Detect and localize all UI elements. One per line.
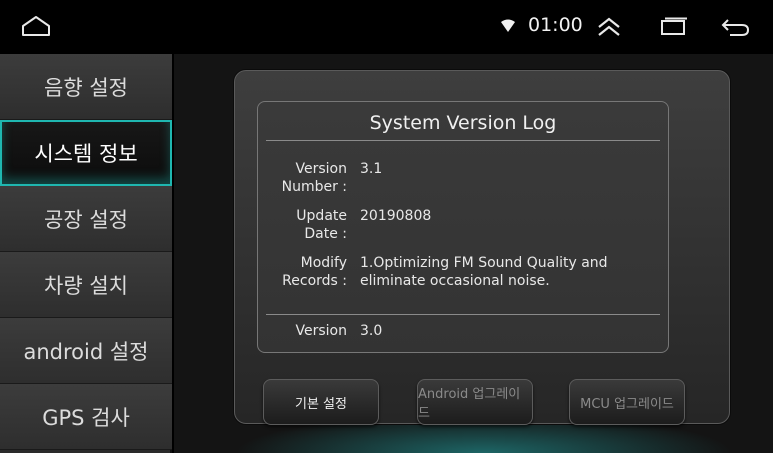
sidebar-item-label: 시스템 정보 [34, 142, 138, 166]
entry-value: 3.1 [360, 161, 383, 177]
entry-value: 3.0 [360, 323, 383, 339]
entry-divider [266, 314, 660, 315]
sidebar-item-label: 차량 설치 [44, 273, 128, 298]
title-divider [266, 140, 660, 141]
android-upgrade-button[interactable]: Android 업그레이드 [417, 379, 533, 425]
sidebar-item-label: 음향 설정 [44, 75, 128, 100]
entry-label: Version [295, 323, 347, 339]
status-bar: 01:00 [0, 0, 773, 54]
home-icon[interactable] [20, 14, 52, 38]
wifi-icon [501, 19, 515, 32]
sidebar-item-gps-check[interactable]: GPS 검사 [0, 384, 172, 450]
mcu-upgrade-button[interactable]: MCU 업그레이드 [569, 379, 685, 425]
sidebar-item-label: GPS 검사 [42, 405, 130, 430]
system-info-panel: System Version Log Version Number : 3.1 … [234, 70, 730, 425]
recent-apps-icon[interactable] [658, 17, 688, 37]
entry-value: 20190808 [360, 208, 432, 224]
entry-label: Version Number : [281, 161, 347, 195]
version-log-box[interactable]: System Version Log Version Number : 3.1 … [257, 101, 669, 353]
collapse-up-icon[interactable] [596, 16, 622, 38]
entry-label: Update Date : [296, 208, 347, 242]
sidebar-item-label: android 설정 [23, 339, 149, 364]
sidebar-item-vehicle-setup[interactable]: 차량 설치 [0, 252, 172, 318]
entry-value: 1.Optimizing FM Sound Quality and elimin… [360, 255, 608, 289]
entry-label: Modify Records : [282, 255, 347, 289]
log-title: System Version Log [369, 112, 557, 134]
sidebar-item-factory-settings[interactable]: 공장 설정 [0, 186, 172, 252]
clock-time: 01:00 [528, 14, 583, 36]
sidebar-item-android-settings[interactable]: android 설정 [0, 318, 172, 384]
back-icon[interactable] [720, 16, 750, 38]
main-content: System Version Log Version Number : 3.1 … [174, 54, 773, 453]
settings-sidebar: 음향 설정 시스템 정보 공장 설정 차량 설치 android 설정 GPS … [0, 54, 172, 453]
sidebar-item-sound-settings[interactable]: 음향 설정 [0, 54, 172, 120]
basic-settings-button[interactable]: 기본 설정 [263, 379, 379, 425]
sidebar-item-label: 공장 설정 [44, 207, 128, 232]
sidebar-item-system-info[interactable]: 시스템 정보 [0, 120, 172, 186]
